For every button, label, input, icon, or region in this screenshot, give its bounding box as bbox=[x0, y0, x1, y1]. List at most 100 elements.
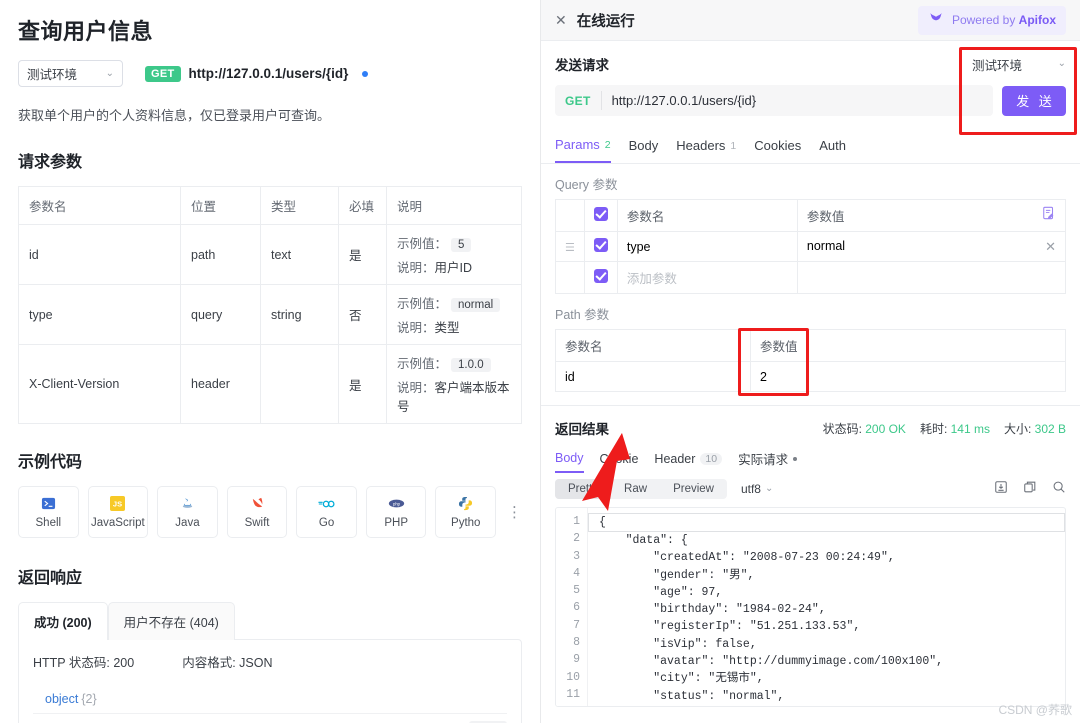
api-documentation-panel: 查询用户信息 测试环境 ⌄ GET http://127.0.0.1/users… bbox=[0, 0, 540, 723]
response-schema-box: HTTP 状态码: 200 内容格式: JSON object {2} ▼ da… bbox=[18, 639, 522, 723]
result-tab-actual-request[interactable]: 实际请求 bbox=[738, 449, 798, 473]
online-run-panel: ✕ 在线运行 Powered by Apifox 发送请求 测试环境 ⌄ GET bbox=[540, 0, 1080, 723]
result-tab-header-label: Header bbox=[654, 451, 696, 466]
close-icon[interactable]: ✕ bbox=[555, 12, 567, 29]
request-url-value: http://127.0.0.1/users/{id} bbox=[611, 93, 757, 108]
view-mode-pretty[interactable]: Pretty bbox=[555, 479, 612, 499]
stat-time: 耗时: 141 ms bbox=[920, 420, 990, 437]
code-lang-go[interactable]: Go bbox=[296, 486, 357, 538]
code-lang-label: Swift bbox=[244, 517, 270, 529]
tab-headers-count: 1 bbox=[730, 139, 737, 152]
encoding-value: utf8 bbox=[740, 482, 761, 496]
section-title-code: 示例代码 bbox=[18, 454, 83, 471]
request-tabs: Params 2 Body Headers 1 Cookies Auth bbox=[541, 130, 1080, 164]
cell-param-in: query bbox=[180, 284, 261, 345]
stat-time-value: 141 ms bbox=[950, 421, 990, 436]
th-param-type: 类型 bbox=[260, 186, 339, 225]
more-options-icon[interactable]: ⋮ bbox=[507, 505, 522, 520]
section-title-params: 请求参数 bbox=[18, 154, 83, 171]
tab-headers-label: Headers bbox=[676, 138, 726, 153]
search-icon[interactable] bbox=[1052, 480, 1066, 499]
checkbox-checked-icon[interactable] bbox=[593, 207, 608, 221]
view-mode-raw[interactable]: Raw bbox=[611, 479, 660, 499]
tab-auth[interactable]: Auth bbox=[819, 131, 846, 162]
response-body-viewer[interactable]: 1 2 3 4 5 6 7 8 9 10 11 { "data": { "cre… bbox=[555, 507, 1066, 707]
row-checkbox-cell[interactable] bbox=[583, 261, 618, 294]
method-label: GET bbox=[565, 93, 591, 108]
send-request-section: 发送请求 测试环境 ⌄ GET http://127.0.0.1/users/{… bbox=[541, 41, 1080, 116]
checkbox-checked-icon[interactable] bbox=[593, 238, 608, 252]
code-language-tabs: Shell JS JavaScript Java Swift Go php PH… bbox=[18, 486, 522, 538]
schema-child-row[interactable]: ▼ data object {12} User XML bbox=[33, 713, 507, 723]
endpoint-url: http://127.0.0.1/users/{id} bbox=[188, 66, 349, 81]
path-param-value[interactable]: 2 bbox=[750, 361, 1066, 392]
response-tab-404[interactable]: 用户不存在 (404) bbox=[107, 602, 235, 640]
cell-param-type: text bbox=[260, 224, 339, 285]
copy-icon[interactable] bbox=[1023, 480, 1037, 499]
result-tab-header[interactable]: Header 10 bbox=[654, 449, 723, 473]
send-button[interactable]: 发 送 bbox=[1002, 85, 1066, 116]
drag-handle-icon[interactable]: ☰ bbox=[565, 242, 575, 254]
th-query-value-label: 参数值 bbox=[806, 210, 845, 224]
stat-status: 状态码: 200 OK bbox=[823, 420, 906, 437]
encoding-select[interactable]: utf8 ⌄ bbox=[741, 482, 773, 496]
tab-params[interactable]: Params 2 bbox=[555, 130, 611, 163]
javascript-icon: JS bbox=[109, 495, 126, 512]
table-header-row: 参数名 参数值 bbox=[555, 199, 1067, 232]
code-line: "createdAt": "2008-07-23 00:24:49", bbox=[598, 551, 895, 565]
environment-select-run[interactable]: 测试环境 ⌄ bbox=[972, 55, 1066, 74]
line-number: 8 bbox=[573, 636, 580, 650]
query-param-value-cell[interactable] bbox=[796, 261, 1067, 294]
query-param-name[interactable]: type bbox=[616, 231, 798, 262]
remove-row-icon[interactable]: ✕ bbox=[1045, 239, 1056, 255]
view-mode-segmented[interactable]: Pretty Raw Preview bbox=[555, 479, 727, 499]
path-params-label: Path 参数 bbox=[555, 308, 610, 322]
content-format: 内容格式: JSON bbox=[182, 656, 273, 670]
row-checkbox-cell[interactable] bbox=[583, 231, 618, 262]
code-lang-php[interactable]: php PHP bbox=[365, 486, 427, 538]
select-all-checkbox-cell[interactable] bbox=[583, 199, 618, 232]
add-param-input[interactable]: 添加参数 bbox=[616, 261, 798, 294]
code-lang-python[interactable]: Pytho bbox=[435, 486, 497, 538]
panel-header: ✕ 在线运行 Powered by Apifox bbox=[541, 0, 1080, 41]
query-param-value-cell[interactable]: normal ✕ bbox=[796, 231, 1067, 262]
tab-headers[interactable]: Headers 1 bbox=[676, 131, 736, 162]
code-lang-java[interactable]: Java bbox=[157, 486, 218, 538]
line-number: 9 bbox=[573, 653, 580, 667]
checkbox-checked-icon[interactable] bbox=[593, 269, 608, 283]
shell-icon bbox=[40, 495, 57, 512]
drag-handle-cell[interactable]: ☰ bbox=[555, 231, 585, 262]
tab-cookies[interactable]: Cookies bbox=[754, 131, 801, 162]
stat-size-label: 大小: bbox=[1003, 421, 1035, 436]
code-lang-shell[interactable]: Shell bbox=[18, 486, 79, 538]
response-tab-200[interactable]: 成功 (200) bbox=[18, 602, 108, 640]
line-number: 10 bbox=[566, 670, 580, 684]
code-lang-javascript[interactable]: JS JavaScript bbox=[87, 486, 149, 538]
view-mode-preview[interactable]: Preview bbox=[660, 479, 727, 499]
th-param-name: 参数名 bbox=[18, 186, 181, 225]
cell-param-desc: 示例值： normal 说明：类型 bbox=[386, 284, 522, 345]
drag-col-header bbox=[555, 199, 585, 232]
line-number: 4 bbox=[573, 566, 580, 580]
powered-by-badge[interactable]: Powered by Apifox bbox=[917, 5, 1066, 35]
code-lang-swift[interactable]: Swift bbox=[226, 486, 288, 538]
th-param-required: 必填 bbox=[338, 186, 387, 225]
cell-param-required: 否 bbox=[338, 284, 387, 345]
table-header-row: 参数名 参数值 bbox=[555, 329, 1066, 362]
example-label: 示例值： bbox=[397, 237, 448, 251]
method-badge: GET bbox=[145, 65, 181, 82]
svg-text:php: php bbox=[393, 501, 401, 506]
download-icon[interactable] bbox=[994, 480, 1008, 499]
line-number: 11 bbox=[566, 687, 580, 701]
result-tab-cookie[interactable]: Cookie bbox=[600, 449, 639, 473]
request-url-field[interactable]: GET http://127.0.0.1/users/{id} bbox=[555, 85, 993, 116]
environment-select-doc[interactable]: 测试环境 ⌄ bbox=[18, 60, 123, 87]
query-params-table: 参数名 参数值 ☰ type normal ✕ 添加参数 bbox=[555, 199, 1067, 294]
tab-body[interactable]: Body bbox=[629, 131, 659, 162]
cell-param-name: id bbox=[18, 224, 181, 285]
result-tab-body[interactable]: Body bbox=[555, 449, 584, 473]
stat-size: 大小: 302 B bbox=[1004, 420, 1066, 437]
example-value: 1.0.0 bbox=[451, 358, 491, 372]
result-title: 返回结果 bbox=[555, 422, 609, 437]
bulk-edit-icon[interactable] bbox=[1042, 206, 1056, 223]
